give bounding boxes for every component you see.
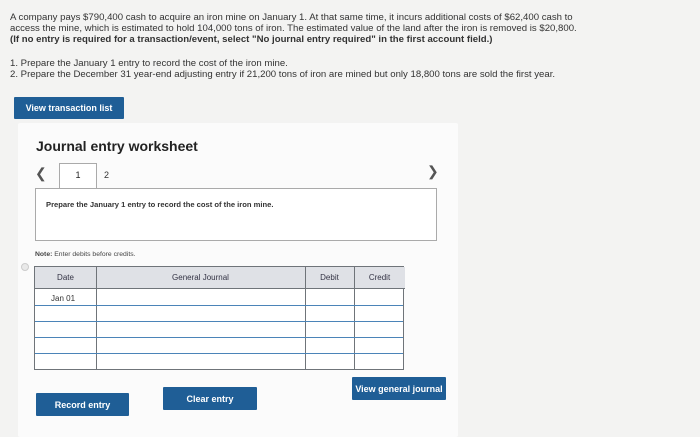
note-prefix: Note:: [35, 251, 53, 258]
row-5-debit-input[interactable]: [306, 354, 353, 369]
header-general-journal: General Journal: [96, 267, 305, 289]
header-date: Date: [35, 267, 96, 289]
row-5-credit-input[interactable]: [355, 354, 404, 369]
row-2-credit-input[interactable]: [355, 306, 404, 321]
instruction-text: Prepare the January 1 entry to record th…: [46, 200, 274, 209]
note-text: Note: Enter debits before credits.: [35, 251, 136, 258]
row-1-debit-input[interactable]: [306, 290, 353, 305]
problem-note: (If no entry is required for a transacti…: [10, 34, 493, 45]
problem-line-2: access the mine, which is estimated to h…: [10, 23, 577, 34]
header-credit: Credit: [354, 267, 405, 289]
row-5-account-input[interactable]: [97, 354, 304, 369]
view-transaction-list-button[interactable]: View transaction list: [14, 97, 124, 119]
row-3-account-input[interactable]: [97, 322, 304, 337]
worksheet-tab-2[interactable]: 2: [104, 170, 109, 180]
problem-statement: A company pays $790,400 cash to acquire …: [10, 12, 670, 45]
chevron-left-icon[interactable]: ❮: [35, 165, 47, 182]
row-4-account-input[interactable]: [97, 338, 304, 353]
worksheet-tab-1[interactable]: 1: [59, 163, 97, 190]
row-4-credit-input[interactable]: [355, 338, 404, 353]
instruction-box: [35, 188, 437, 241]
clear-entry-button[interactable]: Clear entry: [163, 387, 257, 410]
problem-line-1: A company pays $790,400 cash to acquire …: [10, 12, 573, 23]
row-1-account-input[interactable]: [97, 290, 304, 305]
view-general-journal-button[interactable]: View general journal: [352, 377, 446, 400]
requirement-2: 2. Prepare the December 31 year-end adju…: [10, 69, 556, 80]
tab-1-label: 1: [75, 170, 81, 180]
header-debit: Debit: [305, 267, 354, 289]
row-1-date: Jan 01: [51, 294, 76, 303]
note-body: Enter debits before credits.: [52, 251, 136, 258]
requirements: 1. Prepare the January 1 entry to record…: [10, 58, 670, 80]
requirement-1: 1. Prepare the January 1 entry to record…: [10, 58, 288, 69]
info-dot-icon: [21, 263, 29, 271]
journal-grid: Date General Journal Debit Credit Jan 01: [34, 266, 405, 370]
row-4-debit-input[interactable]: [306, 338, 353, 353]
record-entry-button[interactable]: Record entry: [36, 393, 129, 416]
row-2-debit-input[interactable]: [306, 306, 353, 321]
row-1-credit-input[interactable]: [355, 290, 404, 305]
chevron-right-icon[interactable]: ❯: [427, 163, 439, 180]
row-2-account-input[interactable]: [97, 306, 304, 321]
worksheet-title: Journal entry worksheet: [36, 138, 198, 154]
row-3-debit-input[interactable]: [306, 322, 353, 337]
row-3-credit-input[interactable]: [355, 322, 404, 337]
